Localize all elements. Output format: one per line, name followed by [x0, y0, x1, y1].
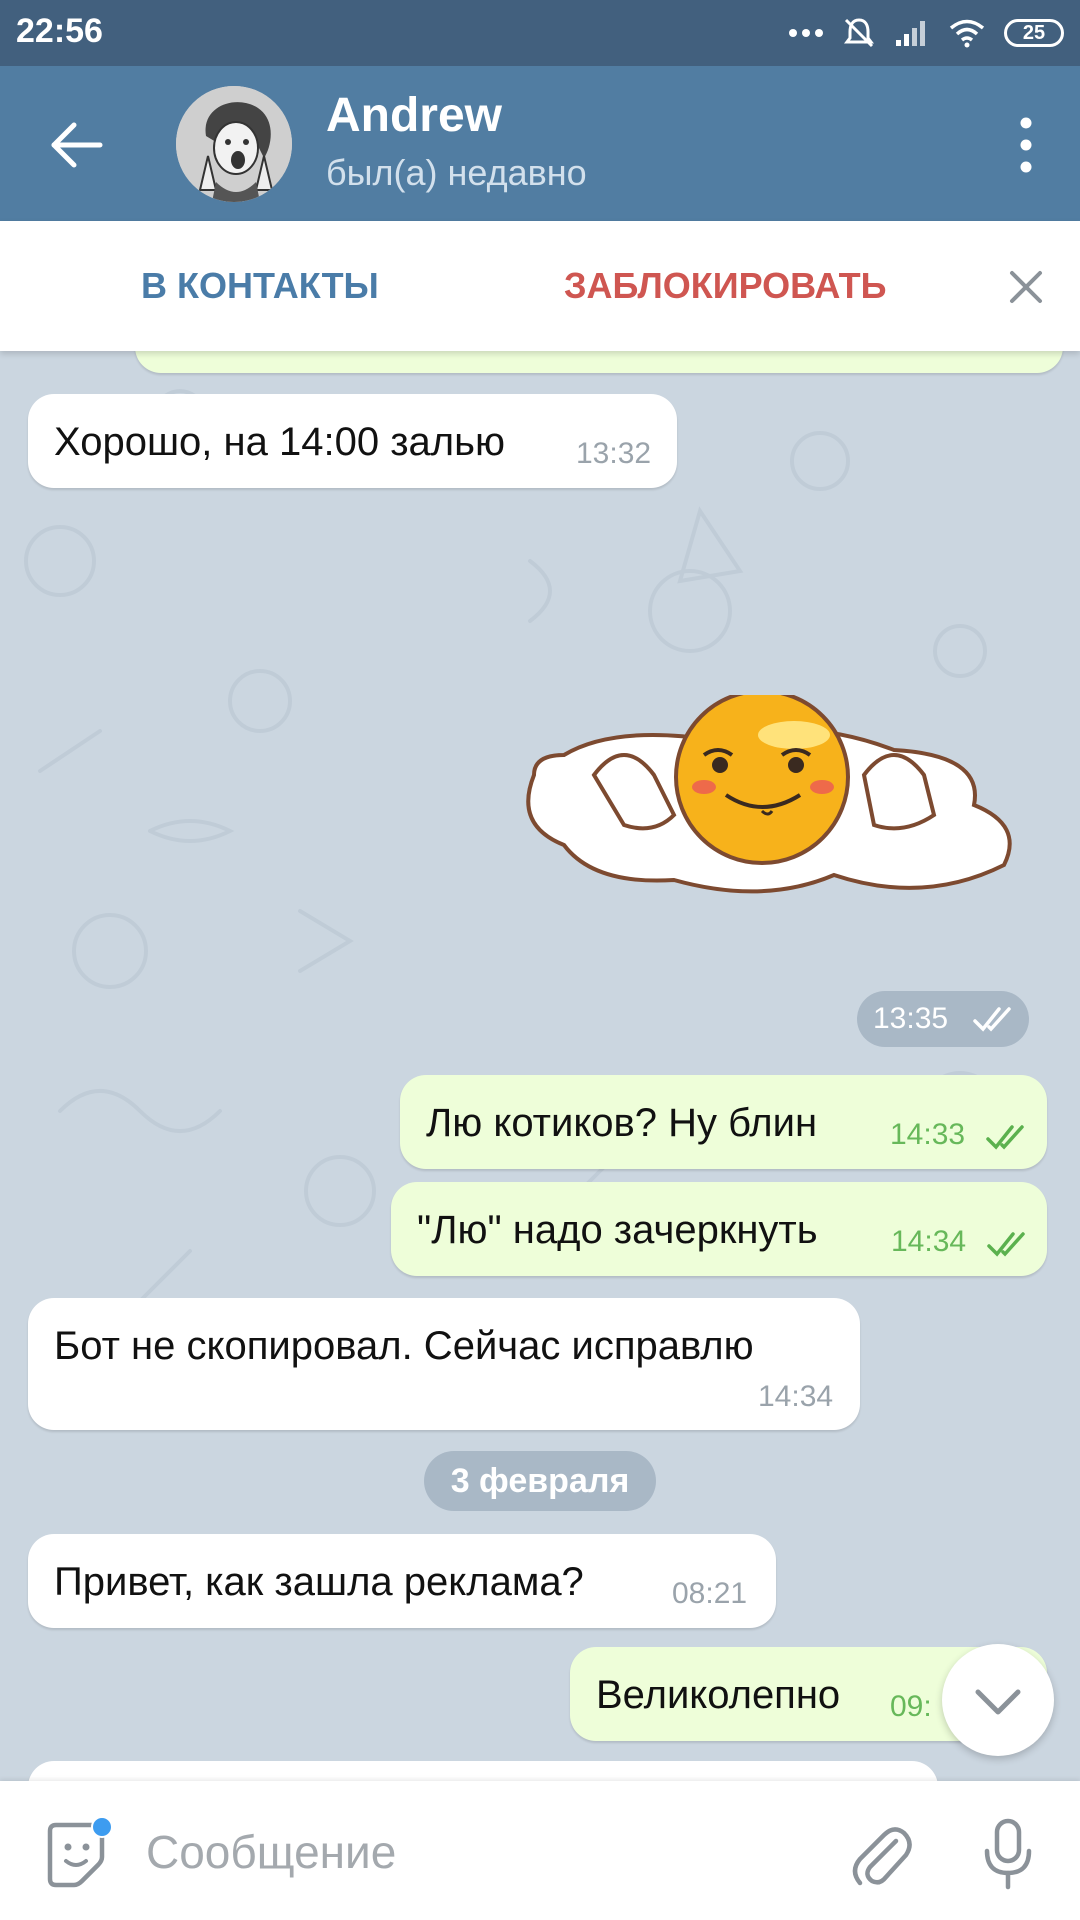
message-time: 14:33: [890, 1118, 966, 1151]
wifi-icon: [949, 19, 985, 48]
double-check-icon: [973, 1007, 1011, 1032]
double-check-icon: [987, 1232, 1025, 1257]
message-list[interactable]: Хорошо, на 14:00 залью 13:32 13:35 Лю ко…: [0, 351, 1080, 1781]
scroll-to-bottom-button[interactable]: [942, 1644, 1054, 1756]
more-dots-icon: [789, 29, 823, 37]
message-text: Привет, как зашла реклама?: [54, 1560, 584, 1604]
message-text: "Лю" надо зачеркнуть: [417, 1208, 818, 1252]
message-bubble[interactable]: Хорошо, на 14:00 залью 13:32: [28, 394, 677, 488]
close-icon[interactable]: [1002, 263, 1050, 311]
battery-indicator: 25: [1004, 19, 1064, 47]
message-text: Великолепно: [596, 1673, 841, 1717]
message-time: 13:32: [576, 437, 652, 470]
sticker-time-badge: 13:35: [857, 991, 1029, 1047]
mute-bell-icon: [844, 18, 874, 48]
block-user-button[interactable]: ЗАБЛОКИРОВАТЬ: [564, 265, 886, 307]
status-bar: 22:56 25: [0, 0, 1080, 66]
avatar-portrait-icon: [176, 86, 292, 202]
more-vert-icon[interactable]: [996, 110, 1056, 180]
fried-egg-smiley-sticker: [526, 689, 1012, 894]
add-contact-button[interactable]: В КОНТАКТЫ: [141, 265, 379, 307]
sticker-icon[interactable]: [40, 1817, 114, 1891]
status-time: 22:56: [16, 12, 103, 50]
message-text: Хорошо, на 14:00 залью: [54, 420, 505, 464]
message-bubble[interactable]: Лю котиков? Ну блин 14:33: [400, 1075, 1047, 1169]
message-bubble-partial[interactable]: [28, 1761, 938, 1781]
date-separator: 3 февраля: [424, 1451, 656, 1511]
status-icons: 25: [788, 10, 1064, 56]
signal-icon: [896, 21, 925, 46]
message-input[interactable]: [144, 1815, 798, 1889]
chevron-down-icon: [975, 1689, 1021, 1715]
message-bubble[interactable]: "Лю" надо зачеркнуть 14:34: [391, 1182, 1047, 1276]
message-time: 14:34: [758, 1380, 834, 1413]
message-time: 09:: [890, 1690, 932, 1723]
contact-action-bar: В КОНТАКТЫ ЗАБЛОКИРОВАТЬ: [0, 221, 1080, 351]
back-arrow-icon[interactable]: [44, 110, 114, 180]
message-time: 14:34: [891, 1225, 967, 1258]
sticker-message[interactable]: [504, 689, 1024, 920]
avatar[interactable]: [176, 86, 292, 202]
chat-header: Andrew был(а) недавно: [0, 66, 1080, 221]
microphone-icon[interactable]: [980, 1817, 1036, 1891]
message-text: Бот не скопировал. Сейчас исправлю: [54, 1324, 754, 1368]
paperclip-icon[interactable]: [848, 1821, 914, 1891]
message-composer: [0, 1781, 1080, 1920]
double-check-icon: [986, 1125, 1024, 1150]
last-seen-status: был(а) недавно: [326, 152, 587, 193]
message-bubble[interactable]: Привет, как зашла реклама? 08:21: [28, 1534, 776, 1628]
message-bubble-partial[interactable]: [135, 351, 1063, 373]
message-time: 08:21: [672, 1577, 748, 1610]
message-text: Лю котиков? Ну блин: [426, 1101, 818, 1145]
message-time: 13:35: [873, 1002, 949, 1035]
chat-title[interactable]: Andrew: [326, 88, 502, 143]
message-bubble[interactable]: Бот не скопировал. Сейчас исправлю 14:34: [28, 1298, 860, 1430]
